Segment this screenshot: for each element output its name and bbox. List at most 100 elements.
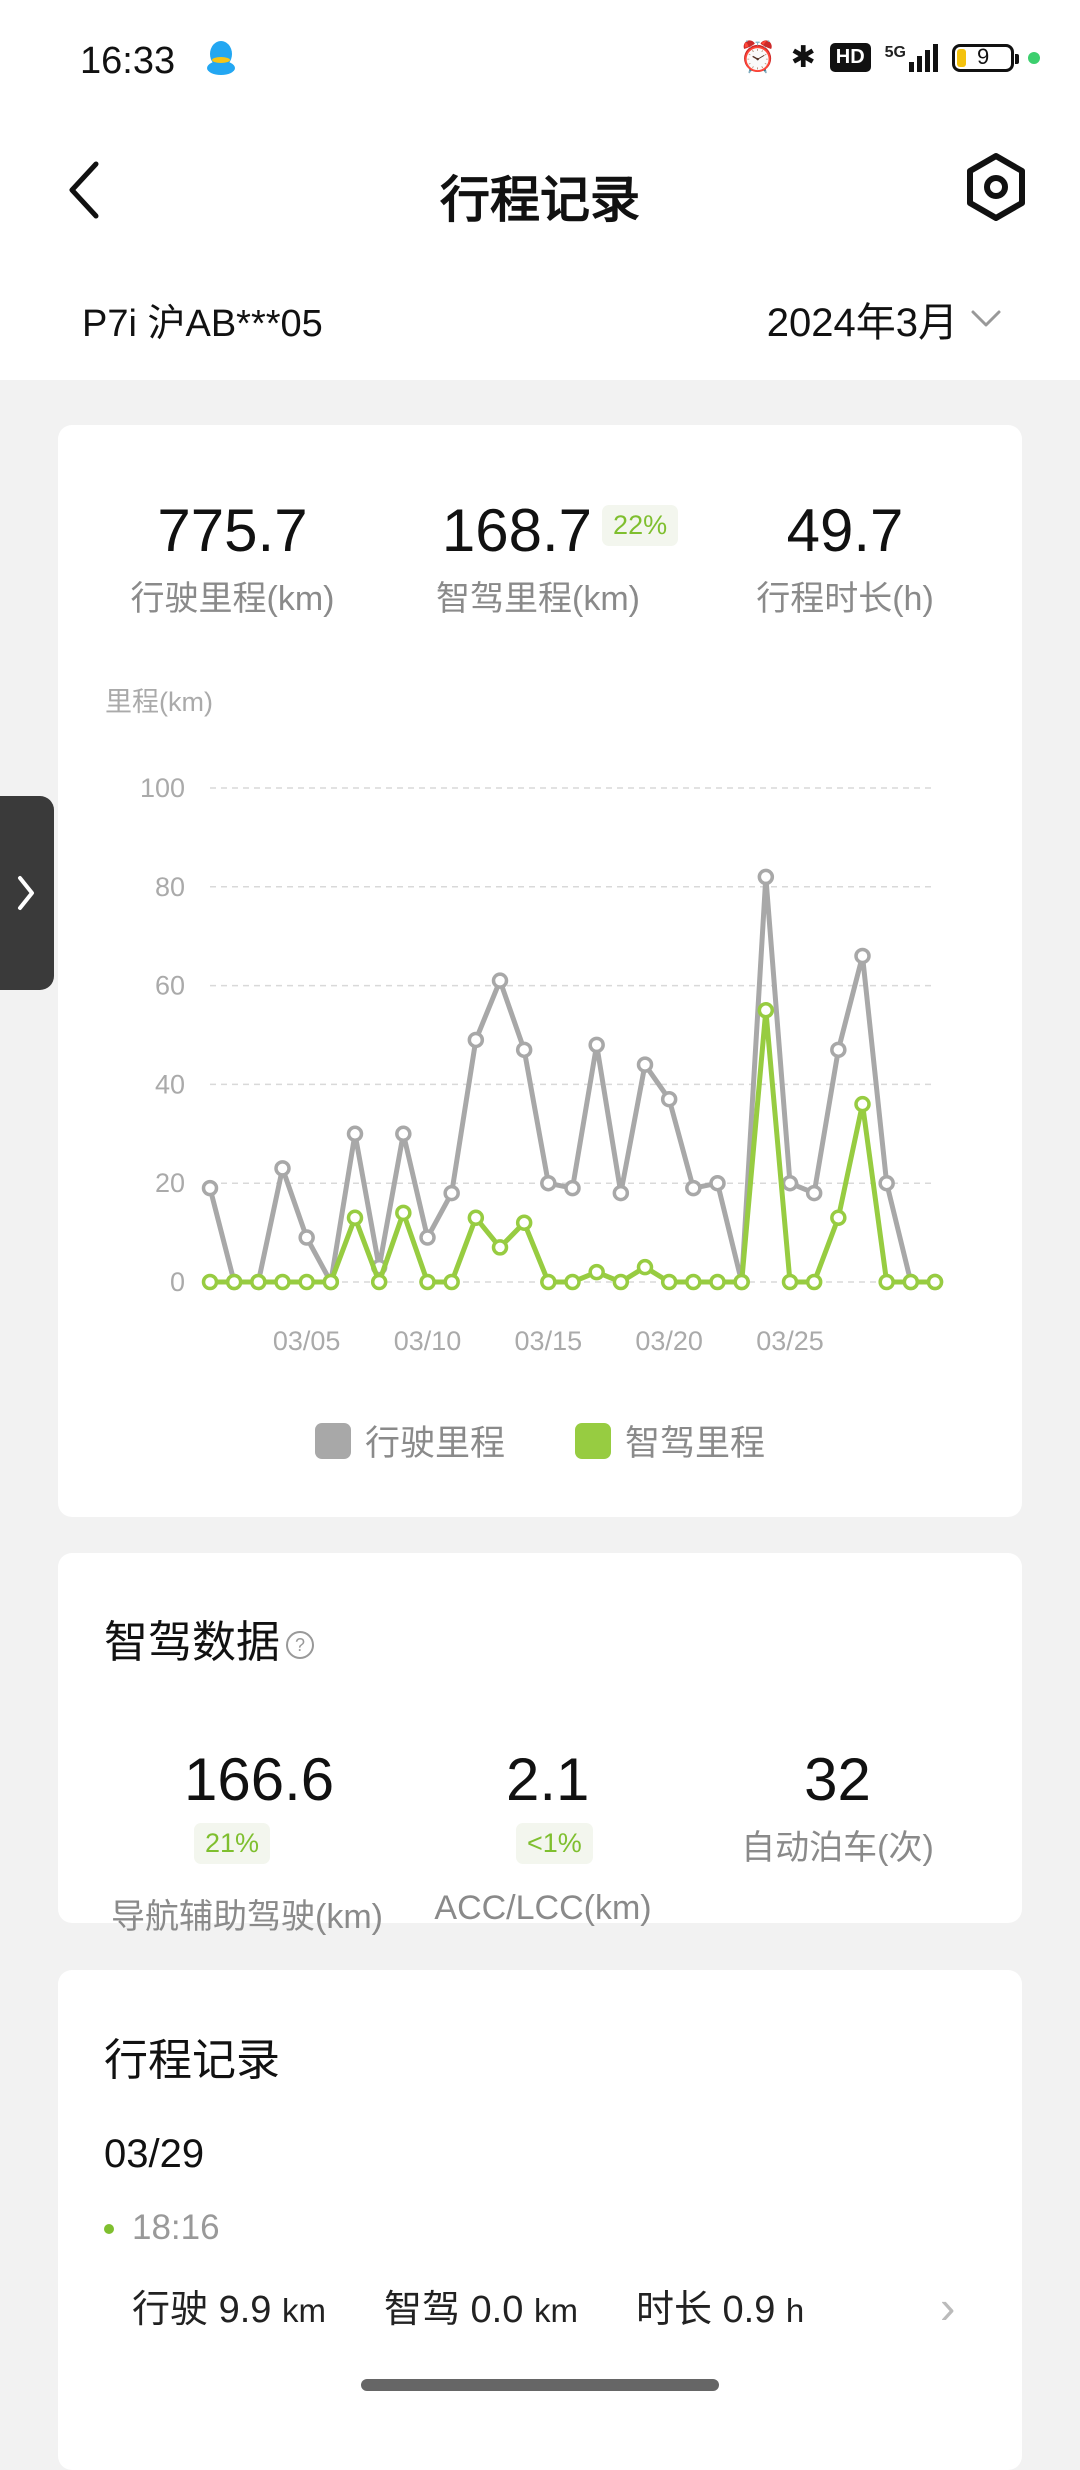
- legend-label-smart: 智驾里程: [625, 1424, 766, 1463]
- data-point-smart: [515, 1214, 533, 1231]
- data-point-smart: [902, 1273, 920, 1291]
- data-point-total: [564, 1179, 581, 1197]
- data-point-total: [274, 1160, 291, 1177]
- data-point-smart: [878, 1273, 895, 1291]
- data-point-smart: [395, 1204, 412, 1222]
- x-tick-label: 03/20: [635, 1326, 703, 1356]
- data-point-smart: [201, 1273, 219, 1291]
- y-tick-label: 100: [140, 773, 185, 803]
- x-tick-label: 03/25: [756, 1326, 824, 1356]
- data-point-total: [346, 1125, 364, 1143]
- chart-legend: 行驶里程 智驾里程: [0, 1415, 1080, 1466]
- data-point-smart: [781, 1273, 799, 1291]
- data-point-smart: [612, 1273, 630, 1291]
- legend-label-total: 行驶里程: [364, 1424, 505, 1463]
- data-point-smart: [660, 1273, 678, 1291]
- data-point-total: [854, 947, 871, 965]
- legend-item-total: 行驶里程: [314, 1415, 505, 1466]
- data-point-smart: [564, 1273, 581, 1291]
- y-tick-label: 20: [155, 1168, 185, 1198]
- data-point-total: [612, 1184, 630, 1202]
- data-point-total: [588, 1036, 605, 1054]
- data-point-total: [540, 1174, 557, 1192]
- data-point-smart: [225, 1273, 243, 1291]
- y-tick-label: 80: [155, 872, 185, 902]
- data-point-smart: [370, 1273, 388, 1291]
- data-point-total: [878, 1174, 895, 1192]
- acc-lcc-stat: 2.1 <1% ACC/LCC(km): [418, 1745, 668, 1928]
- data-point-total: [515, 1041, 533, 1059]
- nav-assist-value: 166.6: [184, 1746, 335, 1813]
- legend-item-smart: 智驾里程: [575, 1415, 765, 1466]
- data-point-smart: [926, 1273, 944, 1291]
- x-tick-label: 03/15: [515, 1326, 583, 1356]
- trip-detail-chevron-icon[interactable]: ›: [940, 2280, 955, 2334]
- side-drawer-tab[interactable]: [0, 796, 54, 990]
- auto-park-value: 32: [804, 1746, 871, 1813]
- acc-lcc-pct-badge: <1%: [516, 1822, 593, 1864]
- home-indicator[interactable]: [361, 2379, 719, 2391]
- data-point-total: [830, 1041, 847, 1059]
- data-point-total: [781, 1174, 799, 1192]
- smart-data-title-text: 智驾数据: [104, 1618, 280, 1667]
- data-point-total: [443, 1184, 460, 1202]
- acc-lcc-label: ACC/LCC(km): [434, 1889, 652, 1927]
- data-point-smart: [346, 1209, 364, 1227]
- trip-timeline-dot: [104, 2224, 114, 2234]
- trip-time: 18:16: [132, 2208, 220, 2247]
- data-point-smart: [757, 1002, 775, 1019]
- y-tick-label: 40: [155, 1069, 185, 1099]
- data-point-total: [298, 1229, 315, 1246]
- data-point-smart: [274, 1273, 291, 1291]
- nav-assist-pct-badge: 21%: [194, 1822, 271, 1864]
- data-point-smart: [830, 1209, 847, 1227]
- trip-smart-stat: 智驾 0.0 km: [383, 2289, 578, 2331]
- data-point-smart: [588, 1263, 605, 1281]
- y-tick-label: 0: [170, 1267, 185, 1297]
- data-point-total: [757, 868, 775, 886]
- data-point-total: [685, 1179, 702, 1197]
- mileage-line-chart: 100 80 60 40 20 0 03/05 03/10 03/15 03/20 03/25: [140, 773, 944, 1356]
- data-point-smart: [250, 1273, 267, 1291]
- data-point-smart: [854, 1095, 871, 1113]
- data-point-smart: [685, 1273, 702, 1291]
- legend-swatch-total: [314, 1422, 351, 1459]
- auto-park-label: 自动泊车(次): [741, 1829, 934, 1867]
- data-point-smart: [709, 1273, 726, 1291]
- x-tick-label: 03/10: [394, 1326, 462, 1356]
- data-point-smart: [636, 1258, 654, 1276]
- data-point-total: [419, 1229, 436, 1246]
- y-tick-label: 60: [155, 971, 185, 1001]
- data-point-total: [709, 1174, 726, 1192]
- data-point-total: [201, 1179, 219, 1197]
- data-point-total: [660, 1090, 678, 1108]
- x-tick-label: 03/05: [273, 1326, 341, 1356]
- data-point-smart: [419, 1273, 436, 1291]
- acc-lcc-value: 2.1: [506, 1746, 590, 1813]
- legend-swatch-smart: [575, 1422, 611, 1459]
- trip-item[interactable]: 行驶 9.9 km 智驾 0.0 km 时长 0.9 h: [132, 2278, 804, 2333]
- data-point-total: [467, 1031, 485, 1049]
- data-point-total: [805, 1184, 823, 1202]
- trip-drive-stat: 行驶 9.9 km: [132, 2289, 326, 2331]
- data-point-total: [395, 1125, 412, 1143]
- series-line-smart: [207, 1007, 938, 1285]
- data-point-smart: [443, 1273, 460, 1291]
- help-icon[interactable]: ?: [286, 1631, 314, 1660]
- trip-duration-stat: 时长 0.9 h: [635, 2289, 805, 2331]
- trip-records-title: 行程记录: [104, 2036, 280, 2085]
- data-point-total: [491, 972, 509, 989]
- chevron-right-icon: [18, 876, 34, 910]
- data-point-total: [636, 1056, 654, 1073]
- data-point-smart: [491, 1239, 509, 1256]
- series-line-total: [207, 874, 938, 1285]
- data-point-smart: [805, 1273, 823, 1291]
- data-point-smart: [467, 1209, 485, 1227]
- nav-assist-label: 导航辅助驾驶(km): [111, 1898, 383, 1936]
- data-point-smart: [540, 1273, 557, 1291]
- nav-assist-stat: 166.6 21% 导航辅助驾驶(km): [92, 1745, 402, 1938]
- data-point-smart: [298, 1273, 315, 1291]
- trip-date: 03/29: [104, 2132, 205, 2176]
- auto-park-stat: 32 自动泊车(次): [720, 1745, 955, 1869]
- data-point-smart: [733, 1273, 750, 1291]
